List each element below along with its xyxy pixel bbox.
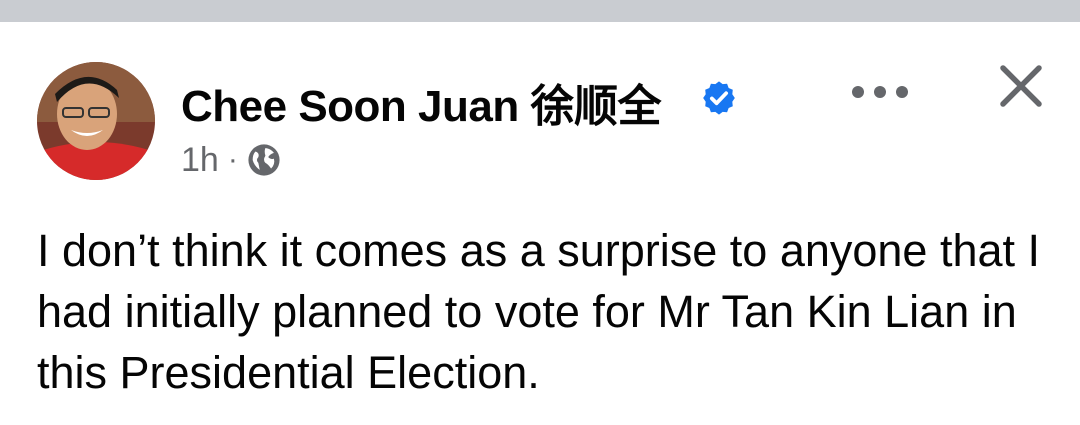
post-body-text: I don’t think it comes as a surprise to … bbox=[37, 225, 1041, 398]
more-options-icon bbox=[852, 86, 864, 98]
more-options-button[interactable] bbox=[850, 72, 910, 112]
more-options-dot bbox=[874, 86, 886, 98]
more-options-dot bbox=[896, 86, 908, 98]
close-icon[interactable] bbox=[995, 60, 1047, 112]
post-meta: 1h · bbox=[181, 140, 281, 180]
top-status-bar bbox=[0, 0, 1080, 22]
meta-separator: · bbox=[227, 143, 238, 176]
globe-icon[interactable] bbox=[247, 143, 281, 177]
author-name[interactable]: Chee Soon Juan 徐顺全 bbox=[181, 70, 661, 134]
post-time[interactable]: 1h bbox=[181, 141, 219, 180]
post-card: Chee Soon Juan 徐顺全 1h · I don’t think it… bbox=[0, 22, 1080, 425]
verified-badge-icon bbox=[703, 81, 735, 115]
author-avatar[interactable] bbox=[37, 62, 155, 180]
